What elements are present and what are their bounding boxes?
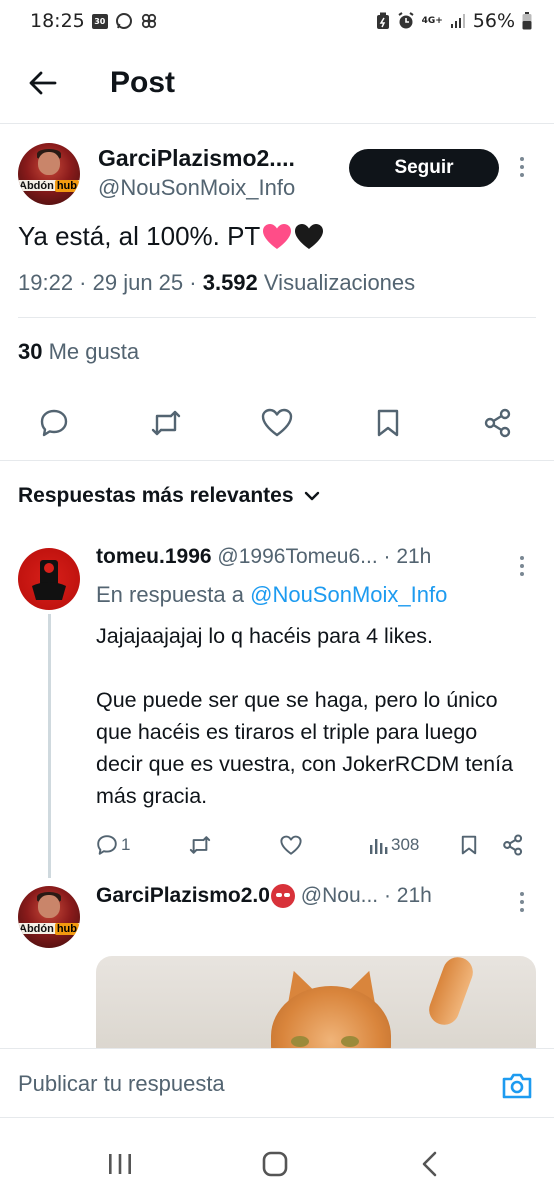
tweet-actions [0, 403, 554, 447]
replies-sort-label: Respuestas más relevantes [18, 484, 294, 507]
chevron-down-icon [304, 491, 319, 501]
camera-button[interactable] [497, 1069, 537, 1103]
reply-author-name[interactable]: GarciPlazismo2.0 [96, 884, 270, 907]
reply-author-handle[interactable]: @1996Tomeu6... [217, 545, 377, 568]
divider [0, 460, 554, 461]
avatar[interactable] [18, 548, 80, 610]
more-options-icon[interactable] [520, 892, 524, 912]
analytics-icon [370, 839, 388, 854]
tweet-date: 29 jun 25 [92, 270, 184, 295]
camera-icon [502, 1073, 532, 1099]
reply-to-prefix: En respuesta a [96, 582, 244, 607]
reply-icon [40, 409, 68, 437]
battery-icon [522, 12, 532, 30]
status-time: 18:25 [30, 10, 85, 32]
reply-time: · 21h [383, 545, 432, 568]
reply-text: Jajajaajajaj lo q hacéis para 4 likes. Q… [96, 624, 514, 808]
reply-header: tomeu.1996 @1996Tomeu6... · 21h [96, 545, 431, 569]
heart-icon [280, 835, 302, 855]
recent-apps-icon [109, 1154, 131, 1174]
tweet-time: 19:22 [18, 270, 74, 295]
tweet-text-row: Ya está, al 100%. PT [18, 221, 324, 252]
views-button[interactable]: 308 [368, 830, 419, 860]
alarm-icon [397, 12, 415, 30]
bookmark-button[interactable] [368, 403, 408, 443]
replies-sort-dropdown[interactable]: Respuestas más relevantes [18, 484, 320, 508]
share-icon [503, 834, 523, 856]
more-options-icon[interactable] [520, 556, 524, 576]
divider [18, 317, 536, 318]
like-button[interactable] [280, 830, 302, 860]
status-bar: 18:25 30 4G+ 56% [0, 0, 554, 42]
reply-input[interactable]: Publicar tu respuesta [18, 1071, 225, 1097]
reply-time: · 21h [383, 884, 432, 907]
thread-line [48, 614, 51, 878]
author-handle[interactable]: @NouSonMoix_Info [98, 175, 295, 201]
home-button[interactable] [250, 1144, 300, 1184]
pink-heart-emoji-icon [263, 223, 292, 249]
avatar-logo: Abdón hub [18, 922, 80, 935]
reply-to-line: En respuesta a @NouSonMoix_Info [96, 582, 447, 608]
bookmark-button[interactable] [460, 830, 478, 860]
system-back-button[interactable] [405, 1144, 455, 1184]
reply-button[interactable] [34, 403, 74, 443]
repost-icon [189, 836, 211, 854]
signal-icon [450, 13, 466, 29]
share-button[interactable] [502, 830, 524, 860]
share-icon [484, 408, 511, 438]
avatar[interactable]: Abdón hub [18, 886, 80, 948]
reply-actions: 1 308 [96, 830, 536, 860]
more-options-icon[interactable] [520, 157, 524, 177]
home-icon [262, 1151, 288, 1177]
likes-label: Me gusta [48, 339, 140, 364]
system-nav-bar [0, 1120, 554, 1200]
repost-button[interactable] [188, 830, 212, 860]
battery-percent: 56% [472, 10, 515, 32]
repost-button[interactable] [146, 403, 186, 443]
reply-header: GarciPlazismo2.0 @Nou... · 21h [96, 884, 432, 909]
share-button[interactable] [478, 403, 518, 443]
avatar[interactable]: Abdón hub [18, 143, 80, 205]
devil-emoji-icon [270, 884, 295, 909]
like-button[interactable] [257, 403, 297, 443]
bookmark-icon [461, 835, 477, 855]
compose-bar: Publicar tu respuesta [0, 1048, 554, 1118]
network-type: 4G+ [421, 15, 443, 26]
tweet-meta: 19:22 · 29 jun 25 · 3.592 Visualizacione… [18, 270, 416, 295]
likes-summary[interactable]: 30 Me gusta [18, 339, 139, 365]
calendar-icon: 30 [91, 13, 108, 29]
battery-saver-icon [376, 12, 390, 30]
views-count: 3.592 [202, 270, 258, 295]
tweet-text: Ya está, al 100%. PT [18, 221, 261, 251]
black-heart-emoji-icon [295, 223, 324, 249]
recent-apps-button[interactable] [95, 1144, 145, 1184]
heart-icon [261, 408, 293, 437]
page-title: Post [110, 65, 176, 99]
views-label: Visualizaciones [263, 270, 416, 295]
header: Post [0, 42, 554, 124]
likes-count: 30 [18, 339, 43, 364]
reply-to-handle[interactable]: @NouSonMoix_Info [250, 582, 447, 607]
reply-author-name[interactable]: tomeu.1996 [96, 545, 212, 568]
whatsapp-icon [115, 12, 133, 30]
reply-author-handle[interactable]: @Nou... [301, 884, 378, 907]
pinwheel-icon [140, 12, 158, 30]
repost-icon [151, 410, 181, 436]
avatar-logo: Abdón hub [18, 179, 80, 192]
bookmark-icon [377, 409, 399, 437]
author-name[interactable]: GarciPlazismo2.... [98, 145, 295, 172]
chevron-left-icon [422, 1151, 437, 1177]
reply-icon [97, 835, 117, 855]
reply-count: 1 [121, 835, 131, 854]
back-button[interactable] [0, 42, 90, 124]
back-arrow-icon [29, 71, 57, 94]
reply-button[interactable]: 1 [96, 830, 130, 860]
reply-views: 308 [391, 835, 420, 854]
follow-button[interactable]: Seguir [349, 149, 499, 187]
